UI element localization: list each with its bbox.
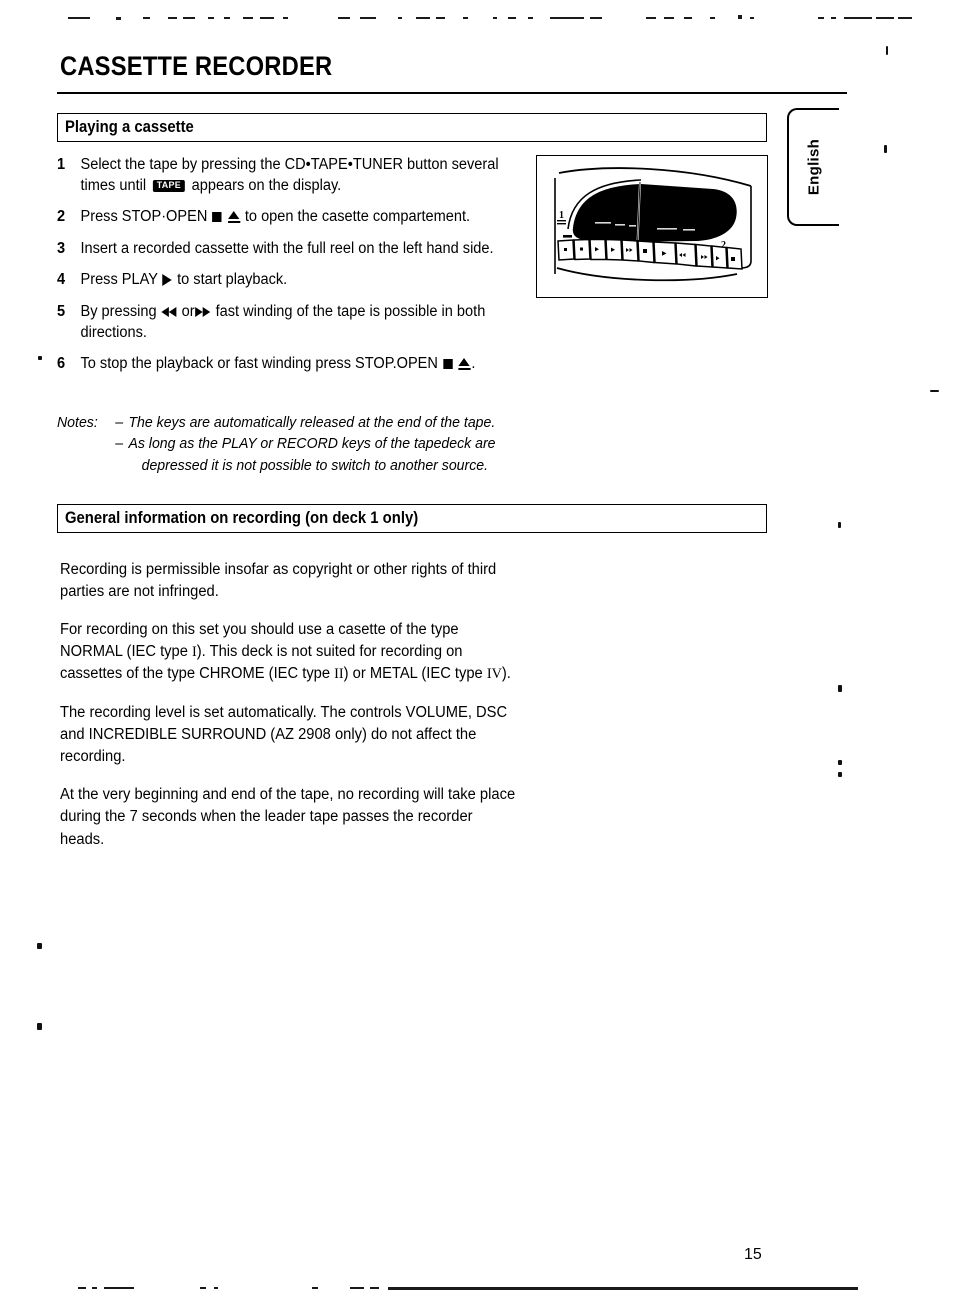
- step-text: By pressing or fast winding of the tape …: [80, 303, 486, 341]
- step-number: 6: [57, 355, 66, 373]
- page-number: 15: [744, 1246, 762, 1263]
- scan-artifact-bottom: [40, 1284, 870, 1292]
- instruction-step: 1 Select the tape by pressing the CD•TAPE…: [57, 155, 518, 196]
- body-paragraph: At the very beginning and end of the tap…: [60, 786, 516, 848]
- note-dash: –: [115, 414, 124, 431]
- body-paragraph: Recording is permissible insofar as copy…: [60, 560, 497, 600]
- step-number: 4: [57, 271, 66, 289]
- language-tab-label: English: [805, 138, 823, 196]
- scan-speck: [838, 522, 841, 528]
- scan-speck: [930, 390, 939, 392]
- instruction-step: 5 By pressing or fast winding of the tape…: [57, 302, 518, 343]
- eject-triangle-icon: [227, 211, 240, 224]
- scan-speck: [884, 145, 887, 153]
- playing-steps-list: 1 Select the tape by pressing the CD•TAPE…: [57, 155, 547, 386]
- recording-body-text: Recording is permissible insofar as copy…: [60, 543, 540, 867]
- step-text: Press STOP·OPEN to open the casette comp…: [80, 208, 471, 226]
- notes-items: – The keys are automatically released at …: [115, 412, 527, 476]
- rewind-icon: [161, 307, 177, 318]
- section-header-label: Playing a cassette: [65, 118, 194, 136]
- scan-artifact-top: [38, 14, 918, 55]
- note-item: – The keys are automatically released at …: [115, 412, 527, 433]
- step-text: Press PLAY to start playback.: [80, 271, 288, 289]
- note-text-continued: depressed it is not possible to switch t…: [141, 456, 489, 474]
- step-number: 2: [57, 208, 66, 226]
- note-dash: –: [115, 435, 124, 453]
- step-text: To stop the playback or fast winding pre…: [80, 355, 476, 373]
- scan-speck: [37, 1023, 42, 1030]
- stop-square-icon: [442, 359, 453, 370]
- scan-speck: [38, 356, 42, 360]
- step-number: 1: [57, 156, 66, 173]
- body-paragraph: The recording level is set automatically…: [60, 703, 508, 766]
- fast-forward-icon: [195, 307, 211, 318]
- note-item: – As long as the PLAY or RECORD keys of t…: [115, 433, 527, 454]
- note-text: The keys are automatically released at t…: [128, 414, 496, 431]
- language-tab-english: English: [787, 108, 839, 226]
- scan-speck: [838, 772, 842, 777]
- section-header-label: General information on recording (on dec…: [65, 509, 419, 527]
- roman-numeral: I: [192, 643, 197, 660]
- play-triangle-icon: [162, 274, 173, 287]
- scan-speck: [838, 760, 842, 765]
- eject-triangle-icon: [458, 358, 471, 371]
- title-rule: [57, 92, 847, 94]
- display-indicator-badge: TAPE: [152, 179, 185, 193]
- dual-cassette-deck-diagram: 1 2: [536, 155, 768, 298]
- section-header-general-information-on-recording: General information on recording (on dec…: [57, 504, 767, 533]
- instruction-step: 2 Press STOP·OPEN to open the casette com…: [57, 207, 518, 228]
- step-text: Insert a recorded cassette with the full…: [80, 239, 494, 257]
- instruction-step: 3 Insert a recorded cassette with the ful…: [57, 239, 518, 260]
- scan-speck: [838, 685, 842, 692]
- roman-numeral: II: [334, 666, 344, 683]
- section-header-playing-a-cassette: Playing a cassette: [57, 113, 767, 142]
- step-number: 5: [57, 303, 66, 321]
- page-title: CASSETTE RECORDER: [60, 51, 333, 81]
- document-page: CASSETTE RECORDER English Playing a cass…: [0, 0, 954, 1306]
- scan-speck: [37, 943, 42, 949]
- step-number: 3: [57, 239, 66, 257]
- svg-text:1: 1: [559, 210, 564, 221]
- body-paragraph: For recording on this set you should use…: [60, 620, 511, 683]
- notes-label: Notes:: [57, 414, 98, 431]
- instruction-step: 6 To stop the playback or fast winding pr…: [57, 354, 518, 375]
- stop-square-icon: [212, 212, 222, 223]
- playing-notes: Notes: – The keys are automatically relea…: [57, 412, 527, 476]
- roman-numeral: IV: [486, 666, 502, 683]
- step-text: Select the tape by pressing the CD•TAPE•…: [80, 156, 499, 194]
- instruction-step: 4 Press PLAY to start playback.: [57, 270, 518, 291]
- note-text: As long as the PLAY or RECORD keys of th…: [128, 435, 496, 453]
